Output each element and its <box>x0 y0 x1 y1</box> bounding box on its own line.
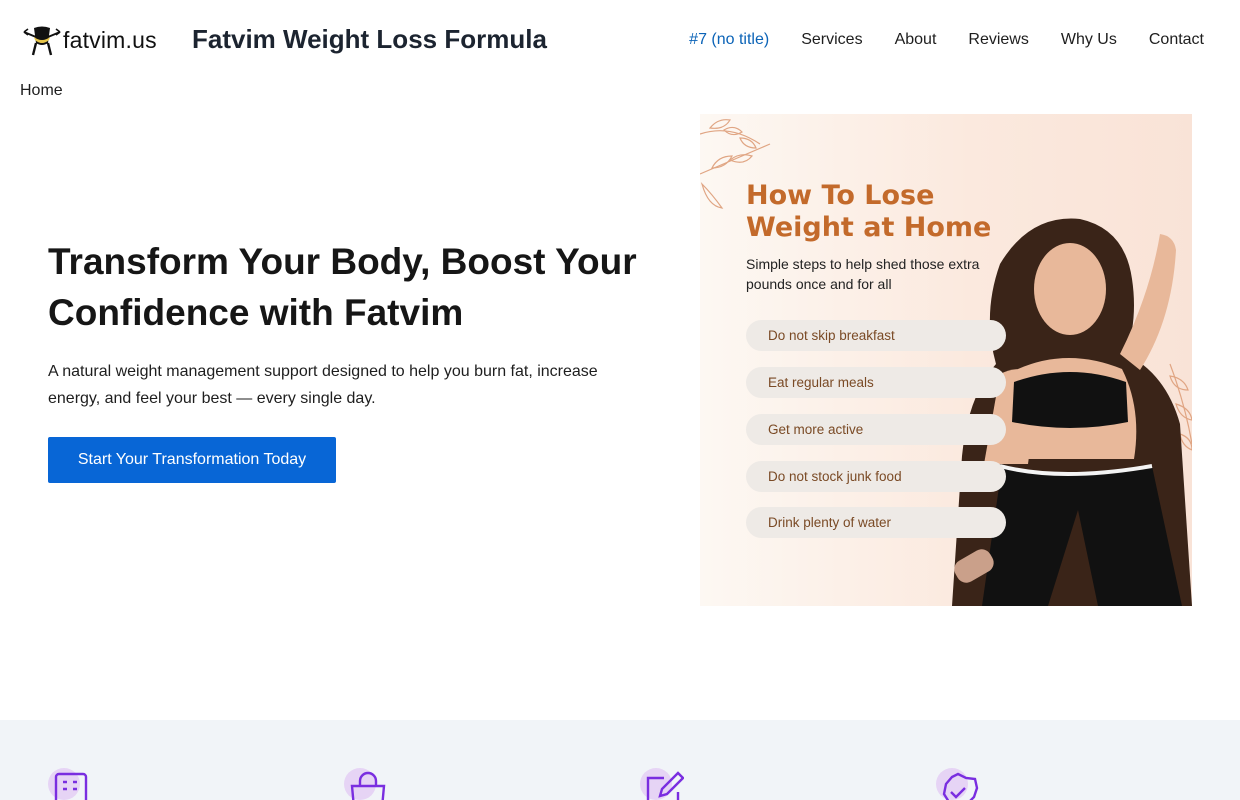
nav-item-about[interactable]: About <box>895 31 937 49</box>
nav-item-no-title[interactable]: #7 (no title) <box>689 31 769 49</box>
tip-item: Do not skip breakfast <box>746 320 1006 351</box>
hero-description: A natural weight management support desi… <box>48 363 598 407</box>
main-nav: #7 (no title) Services About Reviews Why… <box>689 31 1204 49</box>
tip-item: Drink plenty of water <box>746 507 1006 538</box>
nav-item-services[interactable]: Services <box>801 31 862 49</box>
site-logo[interactable]: fatvim.us <box>22 22 157 58</box>
image-subtitle: Simple steps to help shed those extra po… <box>746 256 980 292</box>
image-title: How To Lose Weight at Home <box>746 180 992 243</box>
logo-mark-icon <box>23 26 61 56</box>
features-section <box>0 720 1240 800</box>
tip-item: Eat regular meals <box>746 367 1006 398</box>
nav-item-why-us[interactable]: Why Us <box>1061 31 1117 49</box>
edit-icon <box>640 768 684 800</box>
document-icon <box>48 768 88 800</box>
hero-image: How To Lose Weight at Home Simple steps … <box>700 114 1192 606</box>
site-header: fatvim.us Fatvim Weight Loss Formula #7 … <box>0 0 1240 78</box>
tip-item: Get more active <box>746 414 1006 445</box>
site-title[interactable]: Fatvim Weight Loss Formula <box>192 24 547 55</box>
nav-item-contact[interactable]: Contact <box>1149 31 1204 49</box>
start-transformation-button[interactable]: Start Your Transformation Today <box>48 437 336 483</box>
shopping-bag-icon <box>344 768 386 800</box>
badge-check-icon <box>936 768 979 800</box>
breadcrumb[interactable]: Home <box>20 82 63 100</box>
logo-text: fatvim.us <box>63 26 157 53</box>
tip-item: Do not stock junk food <box>746 461 1006 492</box>
nav-item-reviews[interactable]: Reviews <box>968 31 1028 49</box>
hero-heading: Transform Your Body, Boost Your Confiden… <box>48 241 637 333</box>
